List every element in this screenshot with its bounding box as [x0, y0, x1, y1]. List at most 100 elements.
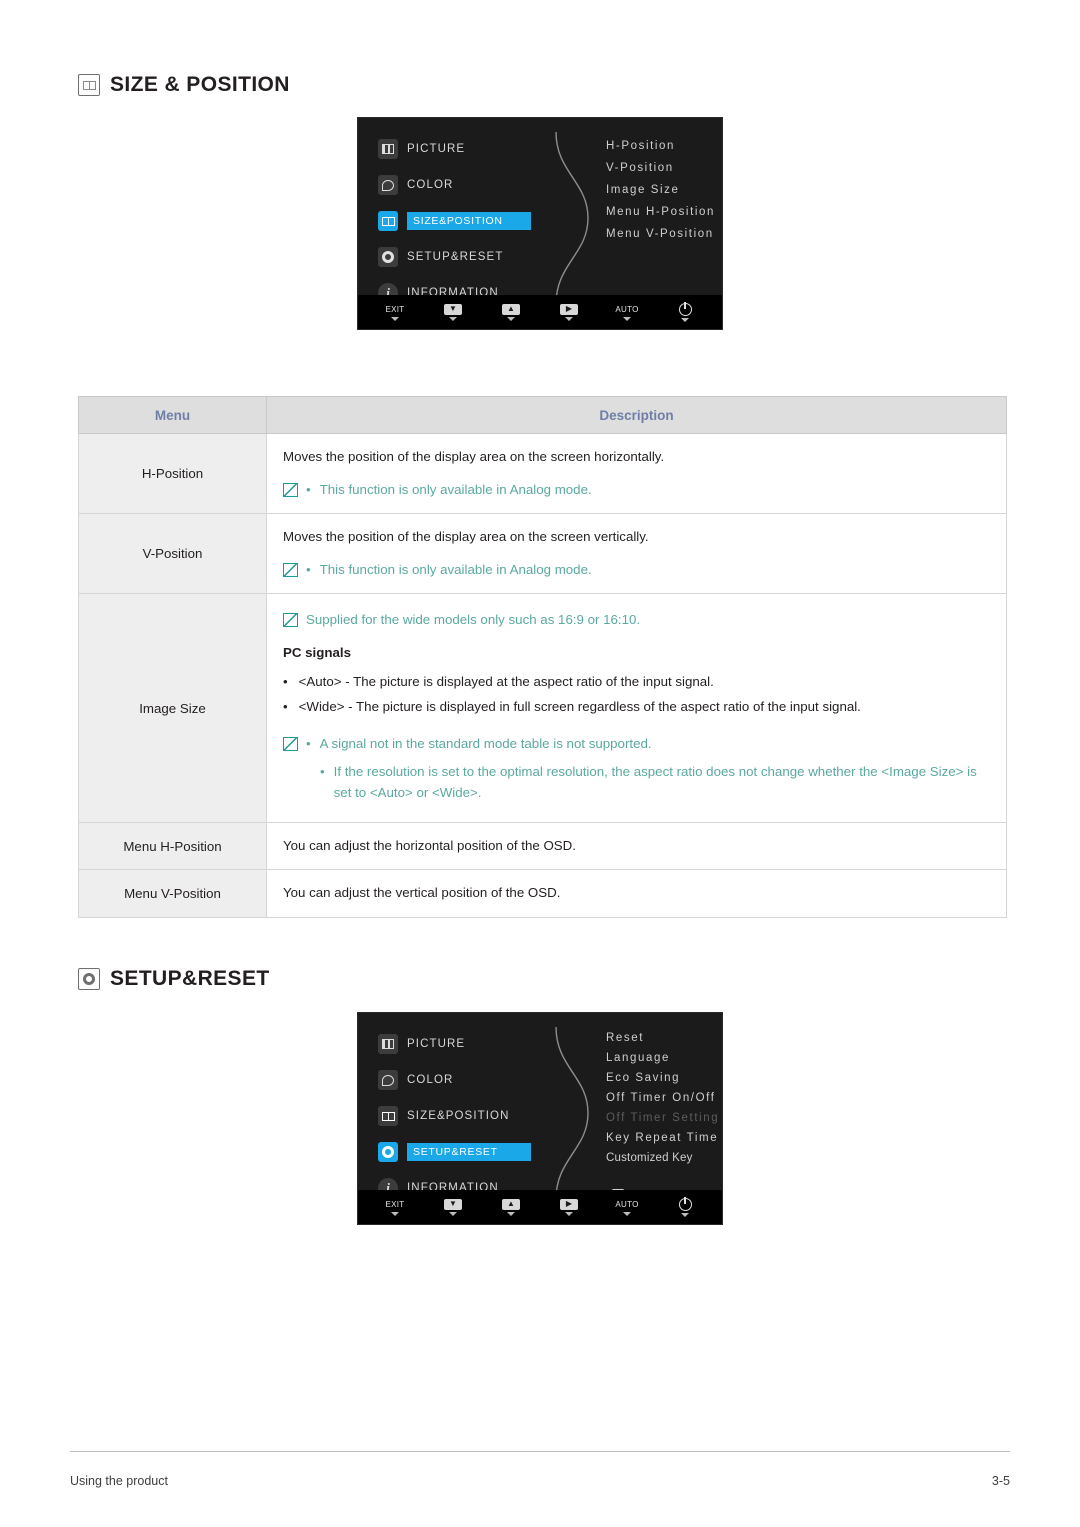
osd-submenu-item[interactable]: Key Repeat Time: [606, 1132, 719, 1144]
description-main-text: Moves the position of the display area o…: [283, 449, 665, 464]
bullet-dot: •: [320, 764, 325, 780]
osd-menu-item-setup-reset[interactable]: SETUP&RESET: [378, 246, 546, 268]
note-block-top: Supplied for the wide models only such a…: [283, 610, 988, 631]
osd-screenshot-size-position: PICTURE COLOR SIZE&POSITION SETUP&RESET …: [357, 117, 723, 330]
menu-description-table: Menu Description H-Position Moves the po…: [78, 396, 1007, 918]
caret-down-icon: [391, 316, 399, 321]
osd-submenu-list: Reset Language Eco Saving Off Timer On/O…: [606, 1032, 719, 1168]
cell-menu-name: H-Position: [78, 432, 267, 515]
size-position-icon: [78, 74, 100, 96]
picture-icon: [378, 139, 398, 159]
osd-submenu-item[interactable]: V-Position: [606, 162, 715, 174]
description-bullet-text: <Auto> - The picture is displayed at the…: [298, 673, 714, 689]
osd-key-enter[interactable]: ▶: [551, 1198, 587, 1216]
arrow-down-icon: ▼: [444, 1198, 462, 1210]
note-bullet-list: • This function is only available in Ana…: [306, 560, 988, 581]
setup-reset-icon: [378, 1142, 398, 1162]
osd-menu-list: PICTURE COLOR SIZE&POSITION SETUP&RESET …: [378, 1033, 546, 1213]
osd-key-power[interactable]: [667, 301, 703, 322]
note-block: • This function is only available in Ana…: [283, 560, 988, 581]
arrow-right-icon: ▶: [560, 1198, 578, 1210]
note-bullet-text: This function is only available in Analo…: [319, 481, 592, 497]
osd-submenu-item[interactable]: Language: [606, 1052, 719, 1064]
caret-down-icon: [449, 316, 457, 321]
osd-key-guide-bar: EXIT ▼ ▲ ▶ AUTO: [358, 1190, 722, 1224]
picture-icon: [378, 1034, 398, 1054]
osd-screenshot-setup-reset: PICTURE COLOR SIZE&POSITION SETUP&RESET …: [357, 1012, 723, 1225]
osd-key-down[interactable]: ▼: [435, 1198, 471, 1216]
osd-submenu-item[interactable]: Eco Saving: [606, 1072, 719, 1084]
osd-submenu-item[interactable]: Reset: [606, 1032, 719, 1044]
note-icon: [283, 736, 298, 751]
osd-menu-label: PICTURE: [407, 1038, 466, 1050]
bullet-dot: •: [306, 561, 311, 577]
osd-key-auto[interactable]: AUTO: [609, 1199, 645, 1216]
caret-down-icon: [681, 1212, 689, 1217]
osd-menu-label: COLOR: [407, 179, 454, 191]
osd-key-down[interactable]: ▼: [435, 303, 471, 321]
bullet-dot: •: [306, 481, 311, 497]
note-bullet-list: • A signal not in the standard mode tabl…: [306, 734, 988, 804]
caret-down-icon: [449, 1211, 457, 1216]
footer-page-number: 3-5: [991, 1474, 1010, 1488]
description-bullet-list: • <Auto> - The picture is displayed at t…: [283, 672, 988, 718]
note-icon: [283, 613, 298, 628]
section-heading-setup-reset: SETUP&RESET: [78, 967, 270, 991]
osd-key-power[interactable]: [667, 1196, 703, 1217]
osd-brace-divider: [555, 132, 589, 304]
description-main-text: You can adjust the horizontal position o…: [283, 837, 576, 853]
bullet-dot: •: [283, 673, 288, 689]
osd-submenu-item[interactable]: Image Size: [606, 184, 715, 196]
cell-menu-name: Image Size: [78, 593, 267, 823]
osd-menu-item-color[interactable]: COLOR: [378, 1069, 546, 1091]
osd-menu-item-picture[interactable]: PICTURE: [378, 138, 546, 160]
osd-menu-item-size-position[interactable]: SIZE&POSITION: [378, 1105, 546, 1127]
cell-description: You can adjust the vertical position of …: [266, 869, 1007, 918]
osd-key-up[interactable]: ▲: [493, 303, 529, 321]
caret-down-icon: [507, 1211, 515, 1216]
table-row: H-Position Moves the position of the dis…: [78, 432, 1007, 515]
note-bullet: • If the resolution is set to the optima…: [306, 762, 988, 803]
osd-submenu-item[interactable]: Menu H-Position: [606, 206, 715, 218]
footer-section-label: Using the product: [70, 1474, 168, 1488]
table-row: V-Position Moves the position of the dis…: [78, 513, 1007, 595]
cell-description: You can adjust the horizontal position o…: [266, 821, 1007, 871]
column-header-menu: Menu: [78, 396, 267, 434]
note-icon: [283, 562, 298, 577]
table-row: Menu H-Position You can adjust the horiz…: [78, 821, 1007, 871]
caret-down-icon: [565, 316, 573, 321]
osd-menu-label: SIZE&POSITION: [407, 212, 531, 230]
cell-menu-name: Menu V-Position: [78, 869, 267, 918]
color-icon: [378, 175, 398, 195]
caret-down-icon: [391, 1211, 399, 1216]
note-bullet: • This function is only available in Ana…: [306, 560, 988, 581]
table-row: Menu V-Position You can adjust the verti…: [78, 869, 1007, 918]
osd-key-exit[interactable]: EXIT: [377, 1199, 413, 1216]
osd-key-label: AUTO: [615, 1199, 639, 1209]
osd-menu-item-size-position[interactable]: SIZE&POSITION: [378, 210, 546, 232]
osd-menu-label: SIZE&POSITION: [407, 1110, 510, 1122]
osd-menu-item-setup-reset[interactable]: SETUP&RESET: [378, 1141, 546, 1163]
osd-key-up[interactable]: ▲: [493, 1198, 529, 1216]
table-header-row: Menu Description: [78, 396, 1007, 434]
note-block: • This function is only available in Ana…: [283, 480, 988, 501]
note-bullet-list: • This function is only available in Ana…: [306, 480, 988, 501]
osd-menu-list: PICTURE COLOR SIZE&POSITION SETUP&RESET …: [378, 138, 546, 318]
osd-key-auto[interactable]: AUTO: [609, 304, 645, 321]
document-page: SIZE & POSITION PICTURE COLOR SIZE&POSIT…: [0, 0, 1080, 1527]
arrow-up-icon: ▲: [502, 303, 520, 315]
osd-submenu-item[interactable]: Customized Key: [606, 1152, 719, 1164]
osd-submenu-item[interactable]: H-Position: [606, 140, 715, 152]
power-icon: [678, 301, 692, 316]
setup-reset-icon: [78, 968, 100, 990]
osd-submenu-item[interactable]: Menu V-Position: [606, 228, 715, 240]
cell-description: Moves the position of the display area o…: [266, 432, 1007, 515]
table-row: Image Size Supplied for the wide models …: [78, 593, 1007, 823]
note-bullet-text: A signal not in the standard mode table …: [319, 735, 652, 751]
osd-menu-item-color[interactable]: COLOR: [378, 174, 546, 196]
osd-submenu-item[interactable]: Off Timer On/Off: [606, 1092, 719, 1104]
caret-down-icon: [623, 316, 631, 321]
osd-menu-item-picture[interactable]: PICTURE: [378, 1033, 546, 1055]
osd-key-exit[interactable]: EXIT: [377, 304, 413, 321]
osd-key-enter[interactable]: ▶: [551, 303, 587, 321]
